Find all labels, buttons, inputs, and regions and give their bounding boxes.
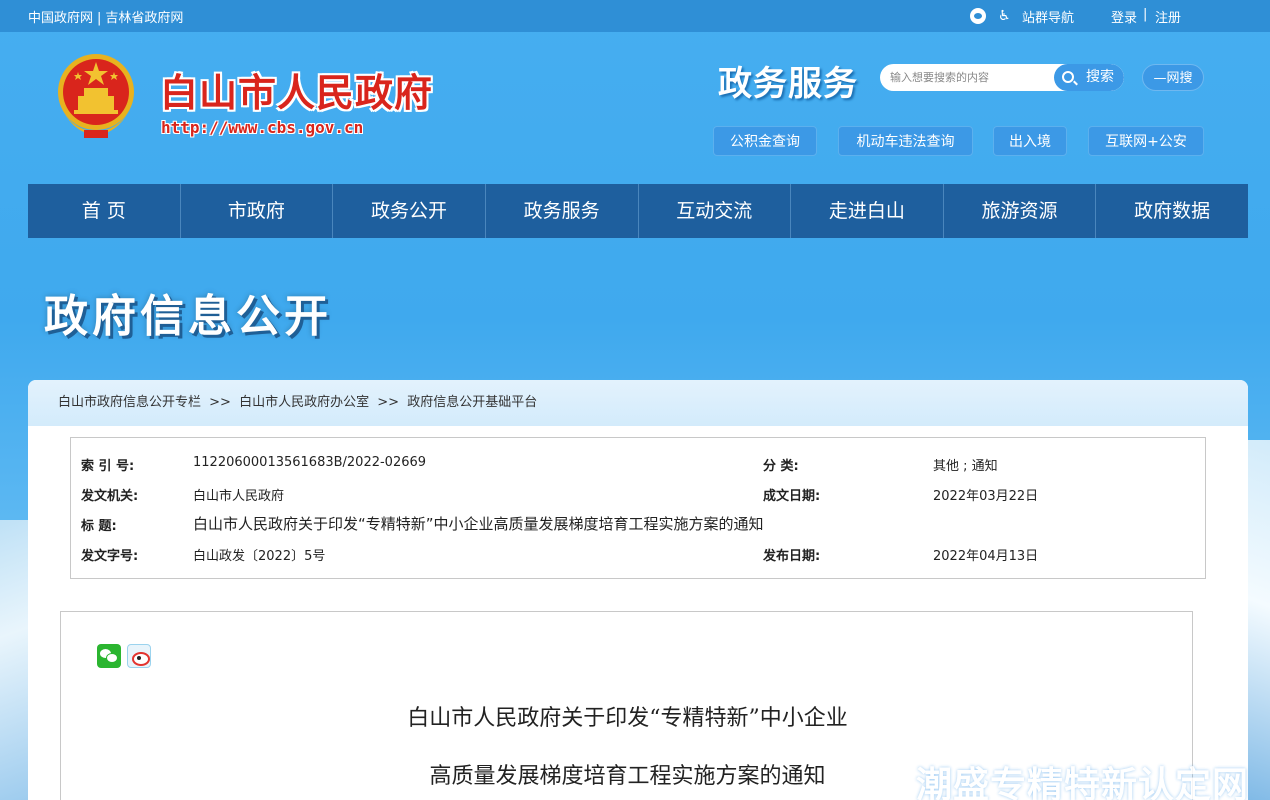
content-panel: 白山市政府信息公开专栏 >> 白山市人民政府办公室 >> 政府信息公开基础平台 … <box>28 380 1248 800</box>
meta-row-title: 标 题: 白山市人民政府关于印发“专精特新”中小企业高质量发展梯度培育工程实施方… <box>71 508 1207 538</box>
title-value: 白山市人民政府关于印发“专精特新”中小企业高质量发展梯度培育工程实施方案的通知 <box>193 515 764 533</box>
category-value: 其他 ; 通知 <box>933 459 998 474</box>
docno-label: 发文字号: <box>81 549 139 564</box>
nav-item-tourism[interactable]: 旅游资源 <box>944 184 1097 238</box>
register-link[interactable]: 注册 <box>1155 7 1181 26</box>
main-nav: 首 页 市政府 政务公开 政务服务 互动交流 走进白山 旅游资源 政府数据 <box>28 184 1248 238</box>
accessibility-icon[interactable]: ♿ <box>998 8 1014 24</box>
site-url: http://www.cbs.gov.cn <box>161 118 364 137</box>
nav-item-gov-data[interactable]: 政府数据 <box>1096 184 1248 238</box>
quick-link-immigration[interactable]: 出入境 <box>993 126 1067 156</box>
date-value: 2022年03月22日 <box>933 489 1039 504</box>
banner-title: 政府信息公开 <box>44 291 332 342</box>
meta-row-docno: 发文字号: 白山政发〔2022〕5号 发布日期: 2022年04月13日 <box>71 538 1207 568</box>
wechat-share-icon[interactable] <box>97 644 121 668</box>
breadcrumb-item-platform[interactable]: 政府信息公开基础平台 <box>407 395 537 410</box>
top-links: 中国政府网 | 吉林省政府网 <box>28 7 183 26</box>
date-label: 成文日期: <box>763 489 821 504</box>
search-input[interactable] <box>890 68 1050 87</box>
meta-row-index: 索 引 号: 11220600013561683B/2022-02669 分 类… <box>71 448 1207 478</box>
document-title-line1: 白山市人民政府关于印发“专精特新”中小企业 <box>407 706 848 731</box>
link-gov-cn[interactable]: 中国政府网 <box>28 11 93 26</box>
issuer-label: 发文机关: <box>81 489 139 504</box>
nav-item-interaction[interactable]: 互动交流 <box>639 184 792 238</box>
web-search-button[interactable]: —网搜 <box>1142 64 1204 91</box>
top-separator: | <box>97 11 102 26</box>
weibo-icon[interactable] <box>970 8 986 24</box>
title-label: 标 题: <box>81 519 117 534</box>
index-label: 索 引 号: <box>81 459 135 474</box>
breadcrumb: 白山市政府信息公开专栏 >> 白山市人民政府办公室 >> 政府信息公开基础平台 <box>28 380 1248 426</box>
breadcrumb-item-office[interactable]: 白山市人民政府办公室 <box>239 395 369 410</box>
link-jilin-gov[interactable]: 吉林省政府网 <box>105 11 183 26</box>
service-title[interactable]: 政务服务 <box>718 56 858 105</box>
watermark: 潮盛专精特新认定网 <box>916 765 1250 800</box>
document-meta-table: 索 引 号: 11220600013561683B/2022-02669 分 类… <box>70 437 1206 579</box>
index-value: 11220600013561683B/2022-02669 <box>193 455 427 470</box>
nav-item-gov-affairs-public[interactable]: 政务公开 <box>333 184 486 238</box>
quick-link-housing-fund[interactable]: 公积金查询 <box>713 126 817 156</box>
nav-item-gov-services[interactable]: 政务服务 <box>486 184 639 238</box>
top-right: ♿ 站群导航 登录 | 注册 <box>970 6 1270 26</box>
login-separator: | <box>1143 7 1148 22</box>
site-title[interactable]: 白山市人民政府 <box>160 62 433 117</box>
nav-item-about-baishan[interactable]: 走进白山 <box>791 184 944 238</box>
pub-date-label: 发布日期: <box>763 549 821 564</box>
breadcrumb-item-public-column[interactable]: 白山市政府信息公开专栏 <box>58 395 201 410</box>
weibo-share-icon[interactable] <box>127 644 151 668</box>
quick-link-vehicle-violation[interactable]: 机动车违法查询 <box>838 126 973 156</box>
search-icon <box>1062 71 1074 83</box>
national-emblem-icon <box>54 52 138 140</box>
meta-row-issuer: 发文机关: 白山市人民政府 成文日期: 2022年03月22日 <box>71 478 1207 508</box>
search-box: 搜索 <box>880 64 1124 91</box>
breadcrumb-arrow: >> <box>209 395 231 410</box>
login-link[interactable]: 登录 <box>1111 7 1137 26</box>
category-label: 分 类: <box>763 459 799 474</box>
nav-item-home[interactable]: 首 页 <box>28 184 181 238</box>
issuer-value: 白山市人民政府 <box>193 489 285 504</box>
top-bar: 中国政府网 | 吉林省政府网 ♿ 站群导航 登录 | 注册 <box>0 0 1270 32</box>
search-button[interactable]: 搜索 <box>1054 64 1124 91</box>
pub-date-value: 2022年04月13日 <box>933 549 1039 564</box>
search-button-label: 搜索 <box>1086 69 1114 85</box>
breadcrumb-arrow: >> <box>377 395 400 410</box>
quick-link-internet-police[interactable]: 互联网+公安 <box>1088 126 1204 156</box>
nav-item-city-gov[interactable]: 市政府 <box>181 184 334 238</box>
docno-value: 白山政发〔2022〕5号 <box>193 549 326 564</box>
site-nav-link[interactable]: 站群导航 <box>1022 7 1074 26</box>
